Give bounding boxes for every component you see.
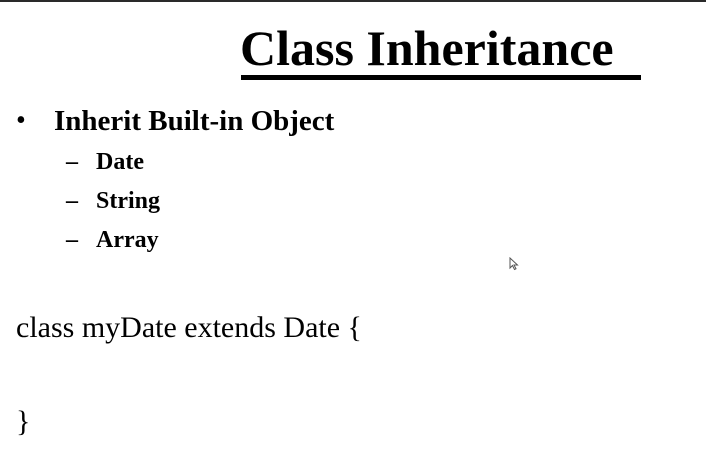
sub-item-dash: – — [66, 149, 78, 175]
sub-item-text: Date — [96, 149, 144, 175]
code-line-class-declaration: class myDate extends Date { — [16, 311, 362, 344]
sub-item-array: – Array — [66, 225, 159, 255]
sub-item-date: – Date — [66, 147, 144, 177]
sub-item-text: Array — [96, 227, 159, 253]
code-line-closing-brace: } — [16, 405, 31, 438]
sub-item-text: String — [96, 188, 161, 214]
sub-item-string: – String — [66, 186, 160, 216]
bullet-item: • Inherit Built-in Object — [16, 104, 334, 138]
mouse-pointer-icon — [509, 257, 519, 271]
slide-top-border — [0, 0, 706, 2]
title-underline — [241, 75, 641, 80]
slide-title: Class Inheritance — [240, 20, 614, 76]
presentation-slide: Class Inheritance • Inherit Built-in Obj… — [0, 0, 706, 467]
sub-item-dash: – — [66, 227, 78, 253]
sub-item-dash: – — [66, 188, 78, 214]
bullet-text: Inherit Built-in Object — [54, 105, 335, 137]
bullet-symbol: • — [16, 105, 26, 136]
